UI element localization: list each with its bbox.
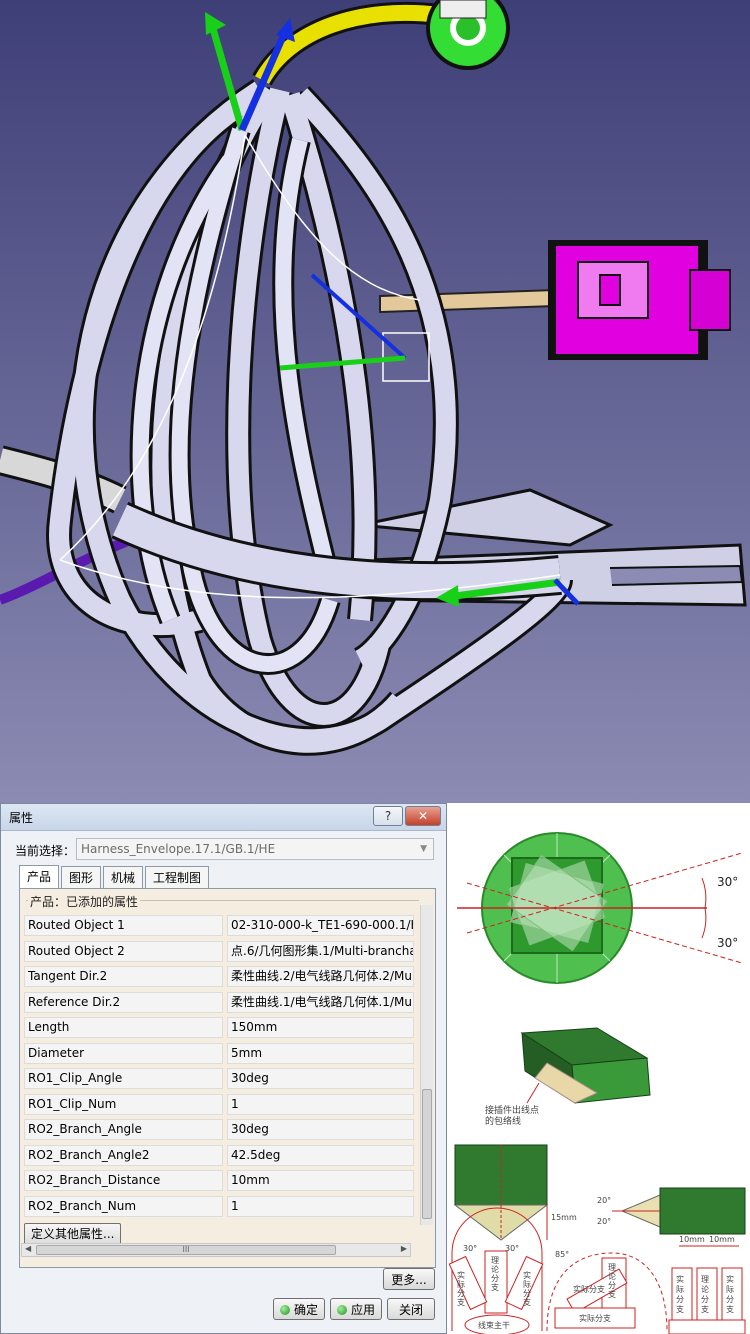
property-row: Reference Dir.2柔性曲线.1/电气线路几何体.1/Multi-b <box>24 990 414 1016</box>
property-value[interactable]: 点.6/几何图形集.1/Multi-branchable <box>227 940 414 962</box>
arc-actual-2: 实际分支 <box>579 1314 611 1323</box>
property-name: RO1_Clip_Num <box>24 1093 223 1115</box>
property-value[interactable]: 30deg <box>227 1119 414 1140</box>
tab-product[interactable]: 产品 <box>19 865 59 889</box>
scrollbar-grip: III <box>182 1245 190 1254</box>
property-name: RO2_Branch_Angle <box>24 1119 223 1140</box>
arc-angle: 85° <box>555 1250 570 1259</box>
ok-label: 确定 <box>293 1303 318 1317</box>
angle-top-label: 30° <box>717 875 739 889</box>
current-selection-dropdown[interactable]: Harness_Envelope.17.1/GB.1/HE ▼ <box>76 838 434 860</box>
property-value[interactable]: 30deg <box>227 1068 414 1089</box>
apply-label: 应用 <box>350 1303 375 1317</box>
chevron-down-icon[interactable]: ▼ <box>420 839 427 859</box>
define-properties-button[interactable]: 定义其他属性... <box>24 1223 122 1245</box>
dim-15mm-label: 15mm <box>551 1213 577 1222</box>
property-row: Tangent Dir.2柔性曲线.2/电气线路几何体.2/Multi-b <box>24 964 414 990</box>
property-row: Length 150mm <box>24 1015 414 1041</box>
magenta-connector <box>548 240 731 360</box>
property-name: RO2_Branch_Num <box>24 1195 223 1217</box>
property-name: Length <box>24 1017 223 1038</box>
property-name: Tangent Dir.2 <box>24 966 223 987</box>
angle-20-bottom-label: 20° <box>597 1217 612 1226</box>
dialog-title: 属性 <box>9 811 34 825</box>
property-value[interactable]: 1 <box>227 1093 414 1115</box>
property-name: RO1_Clip_Angle <box>24 1068 223 1089</box>
property-row: RO2_Branch_Num 1 <box>24 1194 414 1220</box>
fan-actual-left: 实际分支 <box>457 1271 465 1307</box>
property-row: Diameter 5mm <box>24 1041 414 1067</box>
fan-actual-right: 实际分支 <box>523 1271 531 1307</box>
fan-angle-right: 30° <box>505 1244 520 1253</box>
properties-panel: 产品：已添加的属性 Routed Object 1 02-310-000-k_TE… <box>19 888 436 1268</box>
current-selection-label: 当前选择： <box>15 844 76 858</box>
scrollbar-thumb[interactable]: III <box>36 1245 336 1255</box>
apply-icon <box>336 1305 347 1315</box>
fan-trunk: 线束主干 <box>478 1321 510 1330</box>
ok-icon <box>279 1305 290 1315</box>
connector-envelope-diagram <box>520 1027 651 1104</box>
property-value[interactable]: 柔性曲线.1/电气线路几何体.1/Multi-b <box>227 991 414 1013</box>
clip-angle-diagram <box>457 832 743 984</box>
scroll-right-icon[interactable]: ▶ <box>401 1244 407 1253</box>
dim-10mm-left: 10mm <box>679 1235 705 1244</box>
property-row: RO2_Branch_Distance 10mm <box>24 1168 414 1194</box>
fan-angle-left: 30° <box>463 1244 478 1253</box>
current-selection-value: Harness_Envelope.17.1/GB.1/HE <box>81 842 276 856</box>
property-value[interactable]: 1 <box>227 1195 414 1217</box>
property-value[interactable]: 02-310-000-k_TE1-690-000.1/HE <box>227 915 414 936</box>
property-name: Reference Dir.2 <box>24 991 223 1013</box>
tan-wire <box>379 288 556 314</box>
property-row: Routed Object 2点.6/几何图形集.1/Multi-brancha… <box>24 939 414 965</box>
arc-theory: 理论分支 <box>608 1263 616 1299</box>
fan-theory: 理论分支 <box>491 1256 499 1292</box>
property-name: Routed Object 1 <box>24 915 223 936</box>
tab-mechanical[interactable]: 机械 <box>103 866 143 888</box>
help-button[interactable]: ? <box>373 806 403 826</box>
property-name: Routed Object 2 <box>24 940 223 962</box>
angle-bottom-label: 30° <box>717 936 739 950</box>
vertical-scrollbar[interactable] <box>420 905 433 1225</box>
property-row: Routed Object 1 02-310-000-k_TE1-690-000.… <box>24 913 414 939</box>
property-value[interactable]: 150mm <box>227 1017 414 1038</box>
angle-20-top-label: 20° <box>597 1196 612 1205</box>
3d-viewport[interactable] <box>0 0 750 803</box>
property-value[interactable]: 5mm <box>227 1042 414 1064</box>
arc-actual: 实际分支 <box>573 1285 605 1294</box>
property-row: RO1_Clip_Num 1 <box>24 1092 414 1118</box>
property-name: RO2_Branch_Angle2 <box>24 1144 223 1166</box>
property-row: RO2_Branch_Angle 30deg <box>24 1117 414 1143</box>
tab-drafting[interactable]: 工程制图 <box>145 866 209 888</box>
par-actual-right: 实际分支 <box>726 1275 734 1314</box>
par-actual-left: 实际分支 <box>676 1275 684 1314</box>
horizontal-scrollbar[interactable]: ◀ III ▶ <box>21 1243 411 1257</box>
reference-diagrams: 30° 30° 接插件出线点 的包络线 15mm 20° 20° 30° 30°… <box>447 803 750 1334</box>
dim-10mm-right: 10mm <box>709 1235 735 1244</box>
property-name: RO2_Branch_Distance <box>24 1170 223 1191</box>
property-row: RO2_Branch_Angle2 42.5deg <box>24 1143 414 1169</box>
par-theory: 理论分支 <box>701 1275 709 1314</box>
top-view-diagram <box>612 1187 746 1235</box>
close-button[interactable]: 关闭 <box>387 1298 435 1320</box>
tab-graphics[interactable]: 图形 <box>61 866 101 888</box>
harness-model <box>0 0 747 756</box>
diagram-graphics <box>448 832 746 1334</box>
property-list: Routed Object 1 02-310-000-k_TE1-690-000.… <box>24 913 414 1219</box>
property-name: Diameter <box>24 1042 223 1064</box>
property-value[interactable]: 10mm <box>227 1170 414 1191</box>
ok-button[interactable]: 确定 <box>273 1298 325 1320</box>
group-label: 产品：已添加的属性 <box>28 893 141 910</box>
property-value[interactable]: 柔性曲线.2/电气线路几何体.2/Multi-b <box>227 966 414 987</box>
scrollbar-thumb[interactable] <box>422 1089 432 1219</box>
property-row: RO1_Clip_Angle 30deg <box>24 1066 414 1092</box>
dialog-titlebar[interactable]: 属性 ? ✕ <box>1 804 446 831</box>
wire-loops <box>46 79 573 756</box>
scroll-left-icon[interactable]: ◀ <box>25 1244 31 1253</box>
property-value[interactable]: 42.5deg <box>227 1144 414 1166</box>
close-icon[interactable]: ✕ <box>405 806 441 826</box>
properties-dialog: 属性 ? ✕ 当前选择： Harness_Envelope.17.1/GB.1/… <box>0 803 447 1334</box>
more-button[interactable]: 更多... <box>383 1268 435 1290</box>
wrap-note-line2: 的包络线 <box>485 1117 522 1127</box>
apply-button[interactable]: 应用 <box>330 1298 382 1320</box>
